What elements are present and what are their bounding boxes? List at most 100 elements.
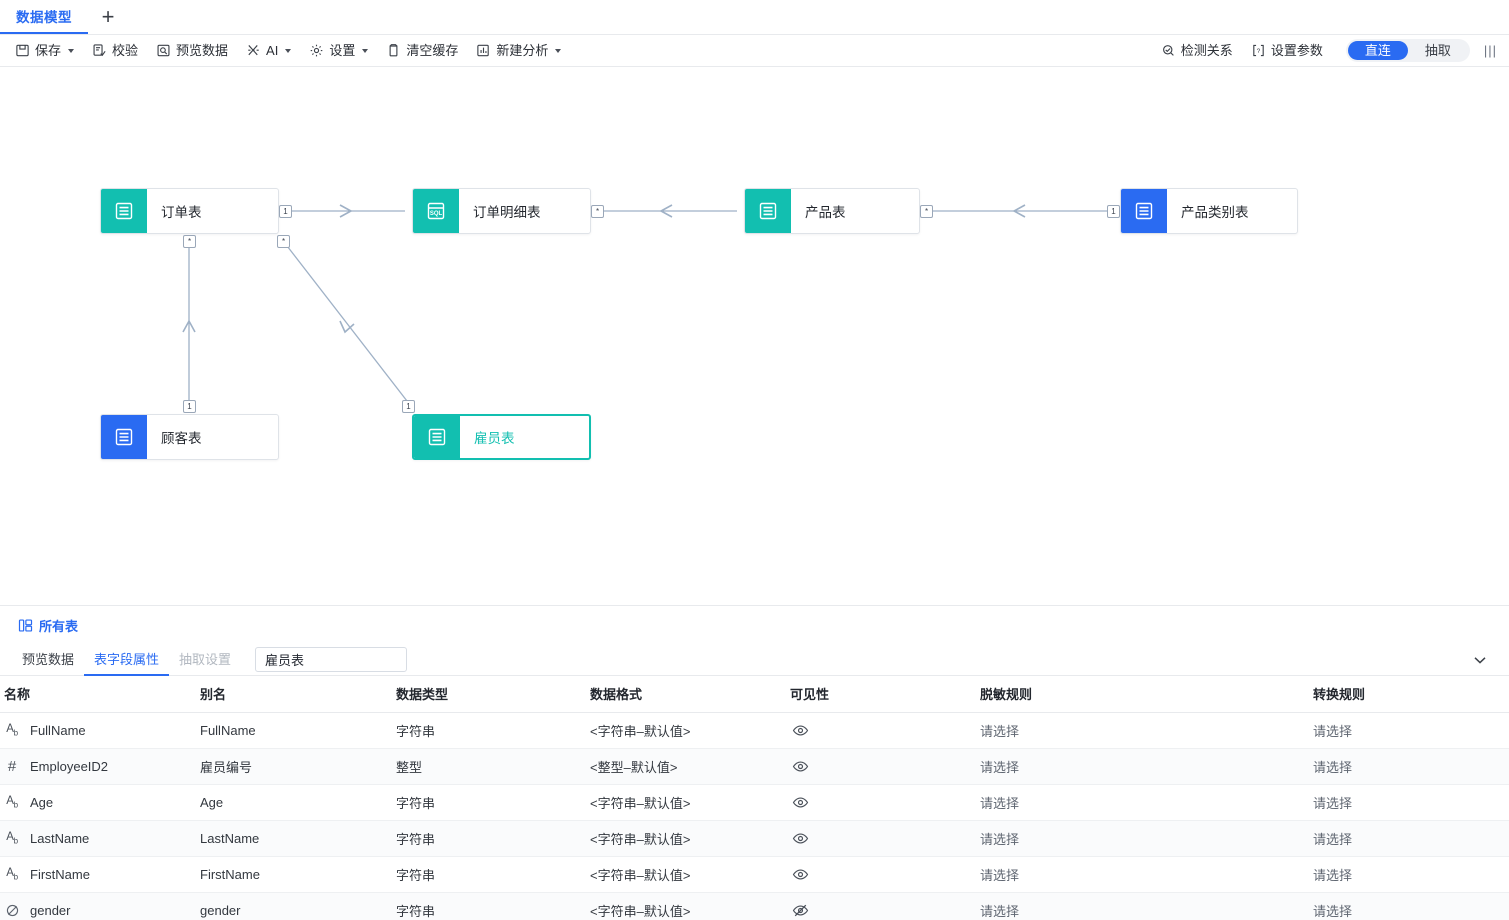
cell-convert-rule[interactable]: 请选择 bbox=[1313, 784, 1509, 821]
convert-rule-select[interactable]: 请选择 bbox=[1313, 832, 1352, 847]
new-analysis-button[interactable]: 新建分析 bbox=[467, 40, 570, 61]
cardinality-badge: * bbox=[920, 205, 933, 218]
chevron-down-icon bbox=[1471, 651, 1489, 669]
collapse-panel-button[interactable] bbox=[1471, 643, 1489, 676]
model-canvas[interactable]: 订单表 SQL 订单明细表 产品表 产品类别表 顾客表 雇员表 1 * * 1 … bbox=[0, 67, 1509, 605]
eye-icon[interactable] bbox=[790, 830, 980, 847]
verify-button[interactable]: 校验 bbox=[83, 40, 147, 61]
convert-rule-select[interactable]: 请选择 bbox=[1313, 760, 1352, 775]
mask-rule-select[interactable]: 请选择 bbox=[980, 796, 1019, 811]
table-row[interactable]: Ab FirstName FirstName 字符串 <字符串–默认值> 请选择 请选择 bbox=[0, 856, 1509, 893]
preview-data-button[interactable]: 预览数据 bbox=[147, 40, 237, 61]
data-type-text: 字符串 bbox=[396, 904, 436, 919]
eye-icon[interactable] bbox=[790, 794, 980, 811]
cell-mask-rule[interactable]: 请选择 bbox=[980, 784, 1313, 821]
eye-icon[interactable] bbox=[790, 722, 980, 739]
bottom-panel: 所有表 预览数据 表字段属性 抽取设置 名称 别名 数据类型 数据格式 可见性 … bbox=[0, 605, 1509, 920]
mask-rule-select[interactable]: 请选择 bbox=[980, 904, 1019, 919]
chevron-down-icon[interactable] bbox=[555, 48, 562, 53]
convert-rule-select[interactable]: 请选择 bbox=[1313, 796, 1352, 811]
field-alias-text: LastName bbox=[200, 831, 260, 846]
gear-icon bbox=[309, 43, 324, 58]
table-node-products[interactable]: 产品表 bbox=[744, 188, 920, 234]
settings-label: 设置 bbox=[329, 43, 356, 58]
cell-mask-rule[interactable]: 请选择 bbox=[980, 712, 1313, 749]
cell-data-format: <字符串–默认值> bbox=[590, 712, 790, 749]
mode-direct-button[interactable]: 直连 bbox=[1347, 41, 1408, 60]
chevron-down-icon[interactable] bbox=[362, 48, 369, 53]
table-row[interactable]: Ab Age Age 字符串 <字符串–默认值> 请选择 请选择 bbox=[0, 784, 1509, 821]
table-node-employees[interactable]: 雇员表 bbox=[412, 414, 591, 460]
add-tab-button[interactable]: + bbox=[88, 0, 128, 34]
all-tables-button[interactable]: 所有表 bbox=[0, 606, 78, 643]
table-row[interactable]: gender gender 字符串 <字符串–默认值> 请选择 请选择 bbox=[0, 892, 1509, 920]
settings-button[interactable]: 设置 bbox=[300, 40, 377, 61]
cell-visibility[interactable] bbox=[790, 820, 980, 857]
detect-relation-button[interactable]: 检测关系 bbox=[1152, 40, 1242, 61]
tab-data-model[interactable]: 数据模型 bbox=[0, 0, 88, 34]
chevron-down-icon[interactable] bbox=[285, 48, 292, 53]
cell-mask-rule[interactable]: 请选择 bbox=[980, 748, 1313, 785]
data-format-text: <字符串–默认值> bbox=[590, 832, 691, 847]
mask-rule-select[interactable]: 请选择 bbox=[980, 760, 1019, 775]
table-name-input[interactable] bbox=[255, 646, 408, 672]
tab-field-properties[interactable]: 表字段属性 bbox=[84, 643, 170, 676]
convert-rule-select[interactable]: 请选择 bbox=[1313, 868, 1352, 883]
save-icon bbox=[15, 43, 30, 58]
ai-button[interactable]: AI bbox=[237, 40, 300, 61]
cell-visibility[interactable] bbox=[790, 712, 980, 749]
cell-data-format: <字符串–默认值> bbox=[590, 784, 790, 821]
mask-rule-select[interactable]: 请选择 bbox=[980, 724, 1019, 739]
convert-rule-select[interactable]: 请选择 bbox=[1313, 724, 1352, 739]
column-header-name: 名称 bbox=[0, 676, 200, 713]
table-node-order-detail[interactable]: SQL 订单明细表 bbox=[412, 188, 591, 234]
field-alias-text: FullName bbox=[200, 723, 256, 738]
column-header-dtype: 数据类型 bbox=[396, 676, 590, 713]
set-parameter-button[interactable]: ? 设置参数 bbox=[1242, 40, 1332, 61]
cell-convert-rule[interactable]: 请选择 bbox=[1313, 748, 1509, 785]
ai-label: AI bbox=[266, 43, 279, 58]
mode-extract-button[interactable]: 抽取 bbox=[1408, 41, 1468, 60]
cell-visibility[interactable] bbox=[790, 892, 980, 920]
eye-icon[interactable] bbox=[790, 758, 980, 775]
eye-icon[interactable] bbox=[790, 866, 980, 883]
column-header-alias: 别名 bbox=[200, 676, 396, 713]
cell-field-name: Ab FirstName bbox=[0, 856, 200, 893]
table-node-orders[interactable]: 订单表 bbox=[100, 188, 279, 234]
table-row[interactable]: # EmployeeID2 雇员编号 整型 <整型–默认值> 请选择 请选择 bbox=[0, 748, 1509, 785]
panel-tab-row: 预览数据 表字段属性 抽取设置 bbox=[0, 643, 1509, 676]
cell-convert-rule[interactable]: 请选择 bbox=[1313, 820, 1509, 857]
cell-data-format: <字符串–默认值> bbox=[590, 856, 790, 893]
cell-mask-rule[interactable]: 请选择 bbox=[980, 820, 1313, 857]
cell-mask-rule[interactable]: 请选择 bbox=[980, 856, 1313, 893]
eye-off-icon[interactable] bbox=[790, 902, 980, 919]
cell-visibility[interactable] bbox=[790, 748, 980, 785]
cell-mask-rule[interactable]: 请选择 bbox=[980, 892, 1313, 920]
cell-field-alias: 雇员编号 bbox=[200, 748, 396, 785]
table-row[interactable]: Ab LastName LastName 字符串 <字符串–默认值> 请选择 请选择 bbox=[0, 820, 1509, 857]
panel-grip-handle[interactable]: ||| bbox=[1484, 43, 1497, 58]
string-icon: Ab bbox=[6, 723, 18, 738]
chevron-down-icon[interactable] bbox=[68, 48, 75, 53]
mask-rule-select[interactable]: 请选择 bbox=[980, 832, 1019, 847]
save-button[interactable]: 保存 bbox=[6, 40, 83, 61]
table-node-label: 产品表 bbox=[805, 205, 846, 220]
data-type-text: 字符串 bbox=[396, 868, 436, 883]
cell-convert-rule[interactable]: 请选择 bbox=[1313, 712, 1509, 749]
cell-visibility[interactable] bbox=[790, 856, 980, 893]
table-row[interactable]: Ab FullName FullName 字符串 <字符串–默认值> 请选择 请选择 bbox=[0, 712, 1509, 749]
table-node-customers[interactable]: 顾客表 bbox=[100, 414, 279, 460]
table-icon bbox=[101, 415, 147, 459]
clear-cache-button[interactable]: 清空缓存 bbox=[377, 40, 467, 61]
cell-convert-rule[interactable]: 请选择 bbox=[1313, 892, 1509, 920]
field-name-text: LastName bbox=[30, 831, 90, 846]
cell-convert-rule[interactable]: 请选择 bbox=[1313, 856, 1509, 893]
field-name-text: FullName bbox=[30, 723, 86, 738]
table-node-categories[interactable]: 产品类别表 bbox=[1120, 188, 1298, 234]
tab-preview-data[interactable]: 预览数据 bbox=[12, 643, 84, 676]
convert-rule-select[interactable]: 请选择 bbox=[1313, 904, 1352, 919]
cell-visibility[interactable] bbox=[790, 784, 980, 821]
preview-icon bbox=[156, 43, 171, 58]
field-name-text: EmployeeID2 bbox=[30, 759, 109, 774]
mask-rule-select[interactable]: 请选择 bbox=[980, 868, 1019, 883]
